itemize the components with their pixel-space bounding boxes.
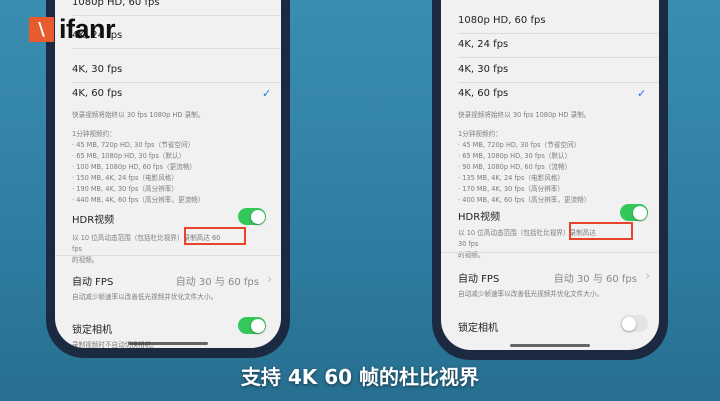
left-phone-screen: 1080p HD, 60 fps 4K, 24 fps 4K, 30 fps 4… — [55, 0, 281, 348]
highlight-box — [184, 227, 246, 245]
ifanr-logo: \ ifanr — [29, 14, 116, 45]
size-item: · 170 MB, 4K, 30 fps（高分辨率） — [458, 185, 564, 193]
divider — [458, 57, 659, 58]
divider — [458, 82, 659, 83]
size-item: · 135 MB, 4K, 24 fps（电影风格） — [458, 174, 564, 182]
auto-fps-note: 自动减少帧速率以改善低光视频并优化文件大小。 — [72, 293, 218, 301]
quick-record-note: 快录视频将始终以 30 fps 1080p HD 录制。 — [72, 111, 205, 119]
size-item: · 65 MB, 1080p HD, 30 fps（默认） — [72, 152, 186, 160]
resolution-label: 4K, 60 fps — [458, 88, 509, 99]
resolution-label: 4K, 24 fps — [458, 39, 509, 50]
size-item: · 190 MB, 4K, 30 fps（高分辨率） — [72, 185, 178, 193]
ifanr-logo-mark: \ — [29, 17, 54, 42]
auto-fps-label: 自动 FPS — [458, 274, 500, 285]
size-item: · 90 MB, 1080p HD, 60 fps（流畅） — [458, 163, 572, 171]
lock-camera-toggle[interactable] — [620, 315, 648, 332]
right-phone: 1080p HD, 60 fps 4K, 24 fps 4K, 30 fps 4… — [432, 0, 668, 360]
lock-camera-toggle[interactable] — [238, 317, 266, 334]
home-indicator — [128, 342, 208, 345]
divider — [72, 48, 281, 49]
chevron-right-icon: › — [267, 272, 272, 286]
divider — [55, 255, 281, 256]
size-item: · 100 MB, 1080p HD, 60 fps（更流畅） — [72, 163, 196, 171]
auto-fps-value: 自动 30 与 60 fps — [175, 277, 259, 288]
size-item: · 400 MB, 4K, 60 fps（高分辨率，更流畅） — [458, 196, 591, 204]
lock-camera-label: 锁定相机 — [72, 325, 112, 336]
checkmark-icon: ✓ — [637, 87, 647, 100]
size-item: · 45 MB, 720p HD, 30 fps（节省空间） — [458, 141, 581, 149]
video-subtitle: 支持 4K 60 帧的杜比视界 — [240, 365, 480, 389]
resolution-label: 4K, 60 fps — [72, 88, 123, 99]
auto-fps-note: 自动减少帧速率以改善低光视频并优化文件大小。 — [458, 290, 604, 298]
divider — [441, 252, 659, 253]
highlight-box — [569, 222, 633, 240]
left-phone: 1080p HD, 60 fps 4K, 24 fps 4K, 30 fps 4… — [46, 0, 290, 358]
hdr-video-toggle[interactable] — [620, 204, 648, 221]
hdr-video-toggle[interactable] — [238, 208, 266, 225]
resolution-label: 1080p HD, 60 fps — [458, 15, 546, 26]
sizes-title: 1分钟视频约： — [458, 130, 502, 138]
resolution-label: 4K, 30 fps — [72, 64, 123, 75]
hdr-note-part1: 以 10 位高动态范围（包括杜比视界） — [458, 229, 570, 237]
hdr-video-label: HDR视频 — [458, 212, 501, 223]
lock-camera-label: 锁定相机 — [458, 323, 498, 334]
hdr-note-part1: 以 10 位高动态范围（包括杜比视界 — [72, 234, 177, 242]
chevron-right-icon: › — [645, 269, 650, 283]
quick-record-note: 快录视频将始终以 30 fps 1080p HD 录制。 — [458, 111, 591, 119]
hdr-note-part3: 的视频。 — [72, 255, 99, 264]
hdr-video-label: HDR视频 — [72, 215, 115, 226]
divider — [458, 33, 659, 34]
auto-fps-label: 自动 FPS — [72, 277, 114, 288]
ifanr-logo-text: ifanr — [59, 14, 116, 44]
divider — [72, 82, 281, 83]
resolution-label: 4K, 30 fps — [458, 64, 509, 75]
sizes-title: 1分钟视频约： — [72, 130, 116, 138]
resolution-label: 1080p HD, 60 fps — [72, 0, 160, 8]
size-item: · 440 MB, 4K, 60 fps（高分辨率，更流畅） — [72, 196, 205, 204]
size-item: · 65 MB, 1080p HD, 30 fps（默认） — [458, 152, 572, 160]
size-item: · 45 MB, 720p HD, 30 fps（节省空间） — [72, 141, 195, 149]
right-phone-screen: 1080p HD, 60 fps 4K, 24 fps 4K, 30 fps 4… — [441, 0, 659, 350]
checkmark-icon: ✓ — [262, 87, 272, 100]
size-item: · 150 MB, 4K, 24 fps（电影风格） — [72, 174, 178, 182]
auto-fps-value: 自动 30 与 60 fps — [553, 274, 637, 285]
home-indicator — [510, 344, 590, 347]
